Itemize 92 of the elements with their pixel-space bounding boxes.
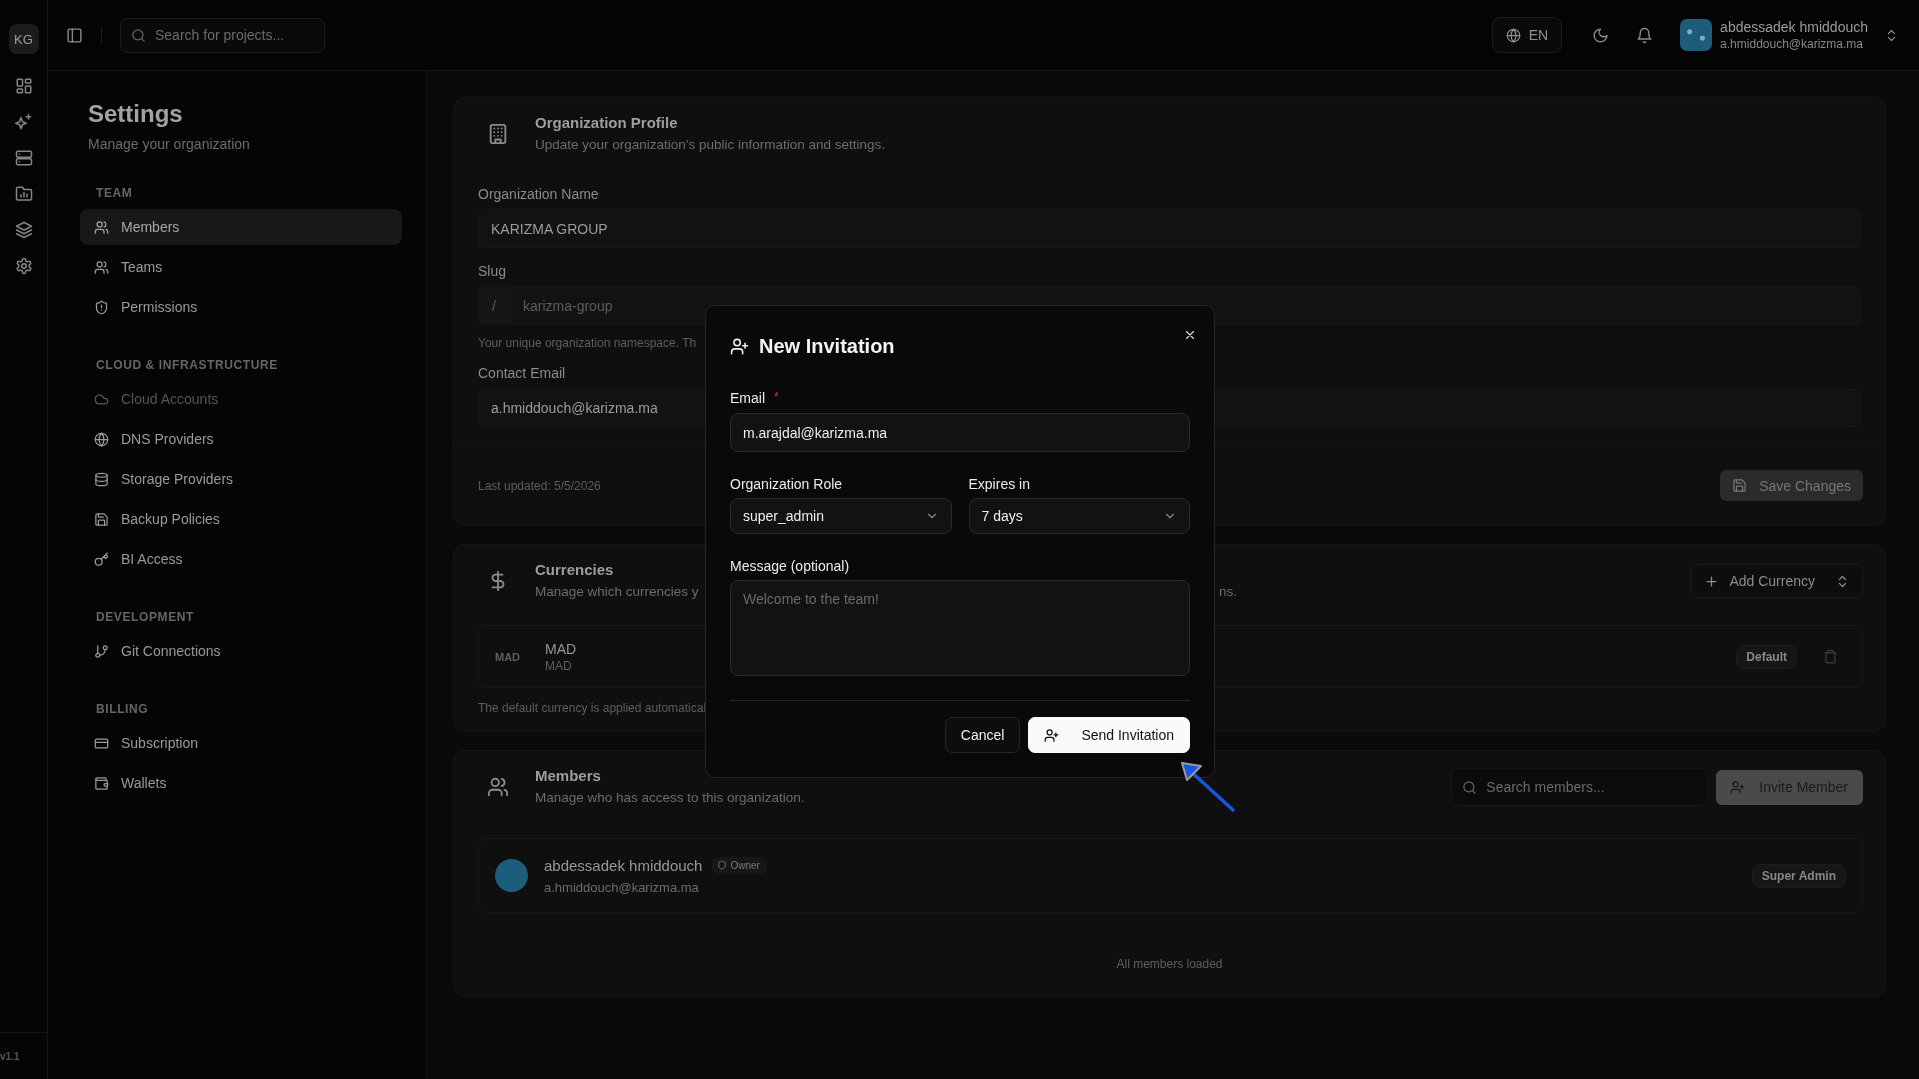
field-hint: Your unique organization namespace. Th (478, 336, 697, 350)
sidebar-item[interactable]: Wallets (80, 765, 402, 801)
sidebar-toggle-icon[interactable] (66, 26, 83, 44)
moon-icon[interactable] (1592, 26, 1610, 44)
sidebar-item[interactable]: Subscription (80, 725, 402, 761)
section-heading: DEVELOPMENT (95, 609, 195, 625)
member-email: a.hmiddouch@karizma.ma (544, 879, 700, 895)
settings-title: Settings (88, 99, 184, 129)
globe-icon (94, 431, 109, 447)
user-plus-icon (730, 336, 749, 356)
card-title: Organization Profile (535, 114, 679, 132)
field-label: Expires in (968, 476, 1031, 492)
git-branch-icon (94, 643, 109, 659)
field-label: Message (optional) (730, 558, 851, 574)
section-heading: CLOUD & INFRASTRUCTURE (95, 357, 279, 373)
sidebar-item[interactable]: Teams (80, 249, 402, 285)
slug-prefix: / (478, 287, 510, 325)
input-field[interactable]: KARIZMA GROUP (478, 210, 1861, 248)
dialog-title: New Invitation (759, 334, 895, 358)
add-currency-button[interactable]: Add Currency (1691, 564, 1863, 598)
sparkles-icon[interactable] (14, 113, 33, 131)
globe-icon (1505, 27, 1521, 43)
currency-name: MAD (545, 640, 577, 657)
credit-card-icon (94, 735, 109, 751)
section-heading: BILLING (95, 701, 150, 717)
card-subtitle: ns. (1219, 583, 1237, 601)
server-icon[interactable] (14, 149, 33, 167)
organization-logo[interactable]: KG (8, 24, 39, 54)
role-select[interactable]: super_admin (730, 498, 952, 534)
sidebar-item[interactable]: Storage Providers (80, 461, 402, 497)
settings-subtitle: Manage your organization (88, 135, 251, 153)
members-footer-text: All members loaded (1115, 957, 1224, 971)
field-label: Contact Email (478, 365, 567, 381)
field-label: Organization Role (730, 476, 844, 492)
card-title: Members (535, 767, 602, 785)
expiry-select[interactable]: 7 days (968, 498, 1190, 534)
default-badge: Default (1736, 644, 1797, 669)
search-field[interactable]: Search for projects... (120, 17, 325, 53)
building-icon (487, 123, 509, 145)
search-members-field[interactable]: Search members... (1451, 768, 1709, 806)
owner-badge: Owner (712, 856, 767, 874)
database-icon (94, 471, 109, 487)
sidebar-item[interactable]: Backup Policies (80, 501, 402, 537)
chart-folder-icon[interactable] (14, 185, 33, 203)
member-name: abdessadek hmiddouch (544, 856, 703, 874)
user-plus-icon (1730, 779, 1746, 795)
field-label: Email (730, 390, 765, 406)
cloud-icon (94, 391, 109, 407)
sidebar-item[interactable]: Git Connections (80, 633, 402, 669)
sidebar-item[interactable]: Members (80, 209, 402, 245)
card-subtitle: Manage who has access to this organization. (535, 789, 805, 807)
notification-bell-icon[interactable] (1636, 26, 1654, 44)
layers-icon[interactable] (14, 221, 33, 239)
last-updated-text: Last updated: 5/5/2026 (478, 478, 601, 493)
send-invitation-button[interactable]: Send Invitation (1028, 717, 1190, 753)
floppy-disk-icon (94, 511, 109, 527)
sidebar-item[interactable]: Permissions (80, 289, 402, 325)
user-name: abdessadek hmiddouch (1720, 19, 1868, 35)
field-label: Slug (478, 263, 508, 279)
avatar[interactable] (1680, 19, 1713, 51)
plus-icon (1704, 573, 1720, 589)
shield-icon (717, 860, 728, 870)
cancel-button[interactable]: Cancel (944, 717, 1021, 753)
sidebar-item[interactable]: BI Access (80, 541, 402, 577)
card-title: Currencies (535, 561, 615, 579)
email-field[interactable]: m.arajdal@karizma.ma (730, 413, 1190, 452)
message-field[interactable]: Welcome to the team! (730, 580, 1190, 676)
settings-icon[interactable] (14, 257, 33, 275)
currency-subtitle: MAD (545, 658, 573, 673)
avatar (495, 859, 528, 892)
section-heading: TEAM (95, 185, 134, 201)
version-label: v1.1 (0, 1032, 47, 1079)
close-icon[interactable] (1183, 328, 1197, 342)
language-button[interactable]: EN (1491, 17, 1563, 53)
key-icon (94, 551, 109, 567)
users-icon (94, 259, 109, 275)
sidebar-item[interactable]: DNS Providers (80, 421, 402, 457)
card-subtitle: Update your organization's public information and settings. (535, 136, 886, 154)
footnote-text: The default currency is applied automatical (478, 701, 708, 715)
role-badge: Super Admin (1751, 863, 1846, 888)
field-label: Organization Name (478, 186, 600, 202)
card-subtitle: Manage which currencies y (535, 583, 699, 601)
users-icon (94, 219, 109, 235)
required-mark: * (774, 390, 779, 404)
shield-icon (94, 299, 109, 315)
currency-code: MAD (495, 650, 522, 663)
user-plus-icon (1044, 727, 1060, 743)
wallet-icon (94, 775, 109, 791)
users-icon (487, 776, 509, 798)
pointer-arrow (1181, 761, 1237, 813)
user-email: a.hmiddouch@karizma.ma (1720, 37, 1864, 51)
dashboard-icon[interactable] (14, 77, 33, 95)
